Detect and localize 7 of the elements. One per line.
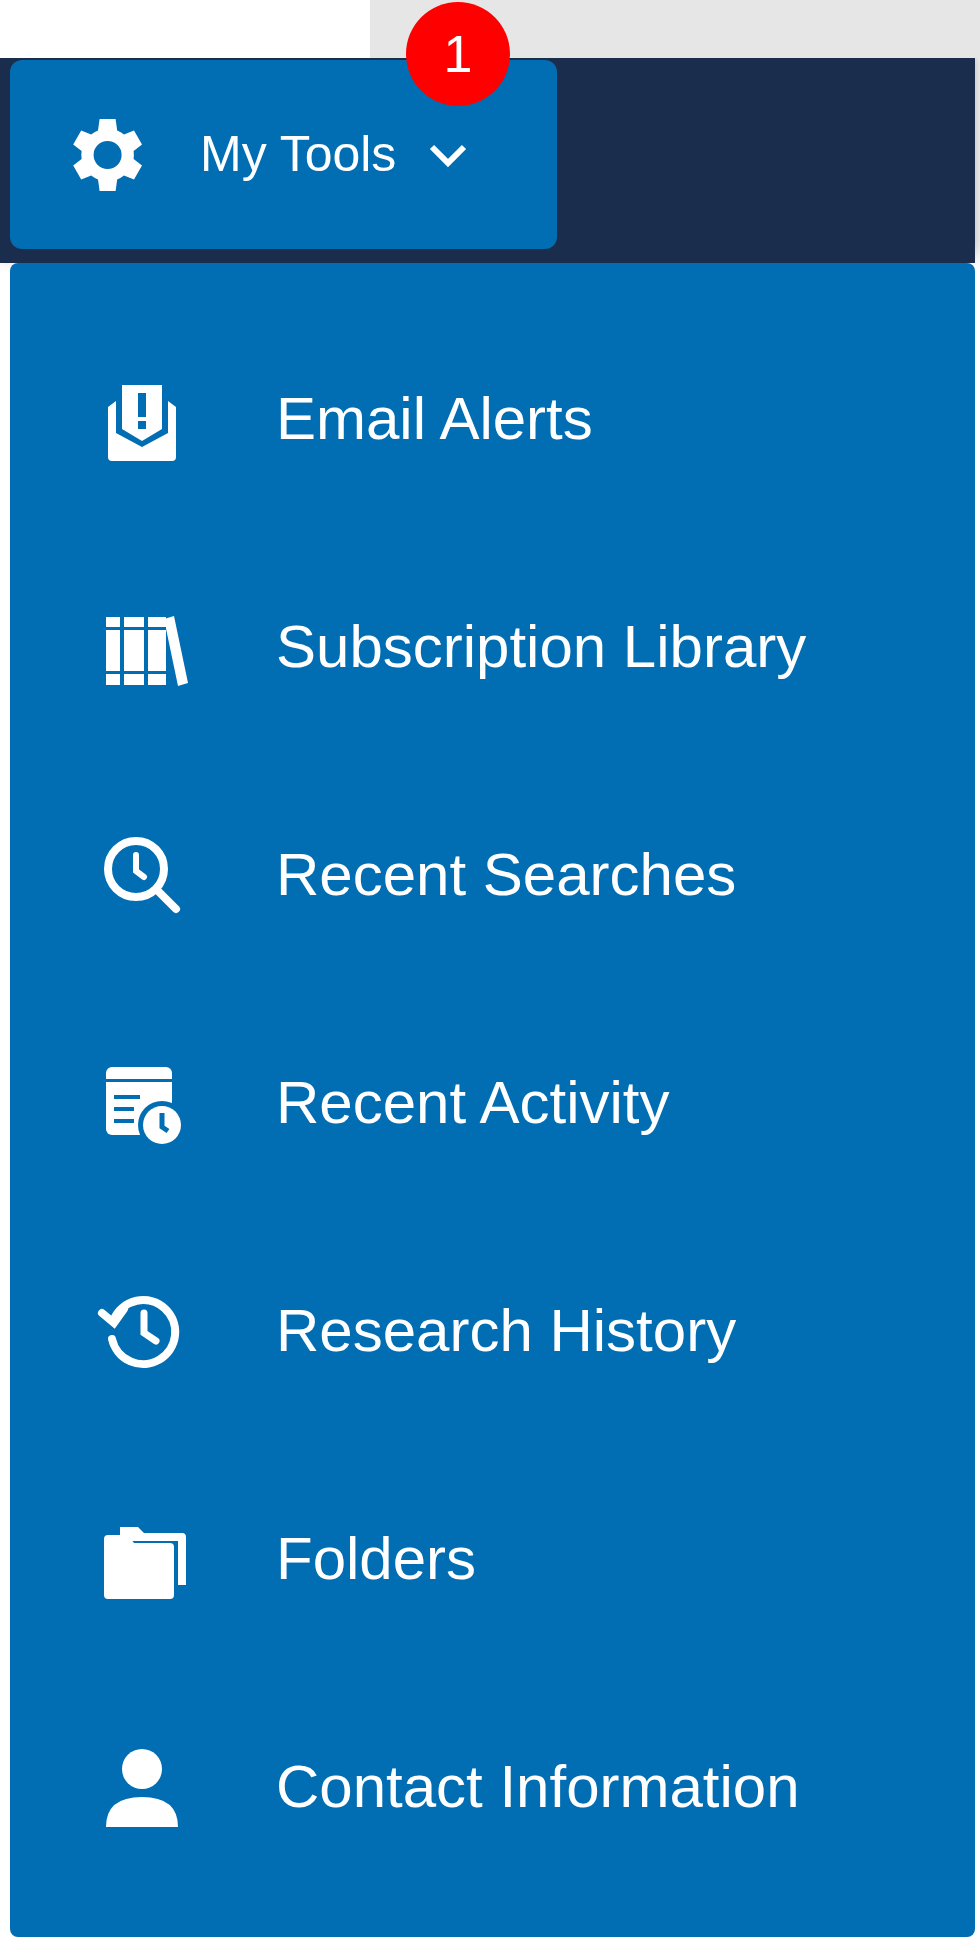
menu-item[interactable]: Email Alerts [10, 305, 975, 533]
menu-item[interactable]: Folders [10, 1445, 975, 1673]
menu-item[interactable]: Research History [10, 1217, 975, 1445]
menu-item[interactable]: Subscription Library [10, 533, 975, 761]
menu-item[interactable]: Recent Searches [10, 761, 975, 989]
menu-item[interactable]: Recent Activity [10, 989, 975, 1217]
menu-item[interactable]: Contact Information [10, 1673, 975, 1901]
